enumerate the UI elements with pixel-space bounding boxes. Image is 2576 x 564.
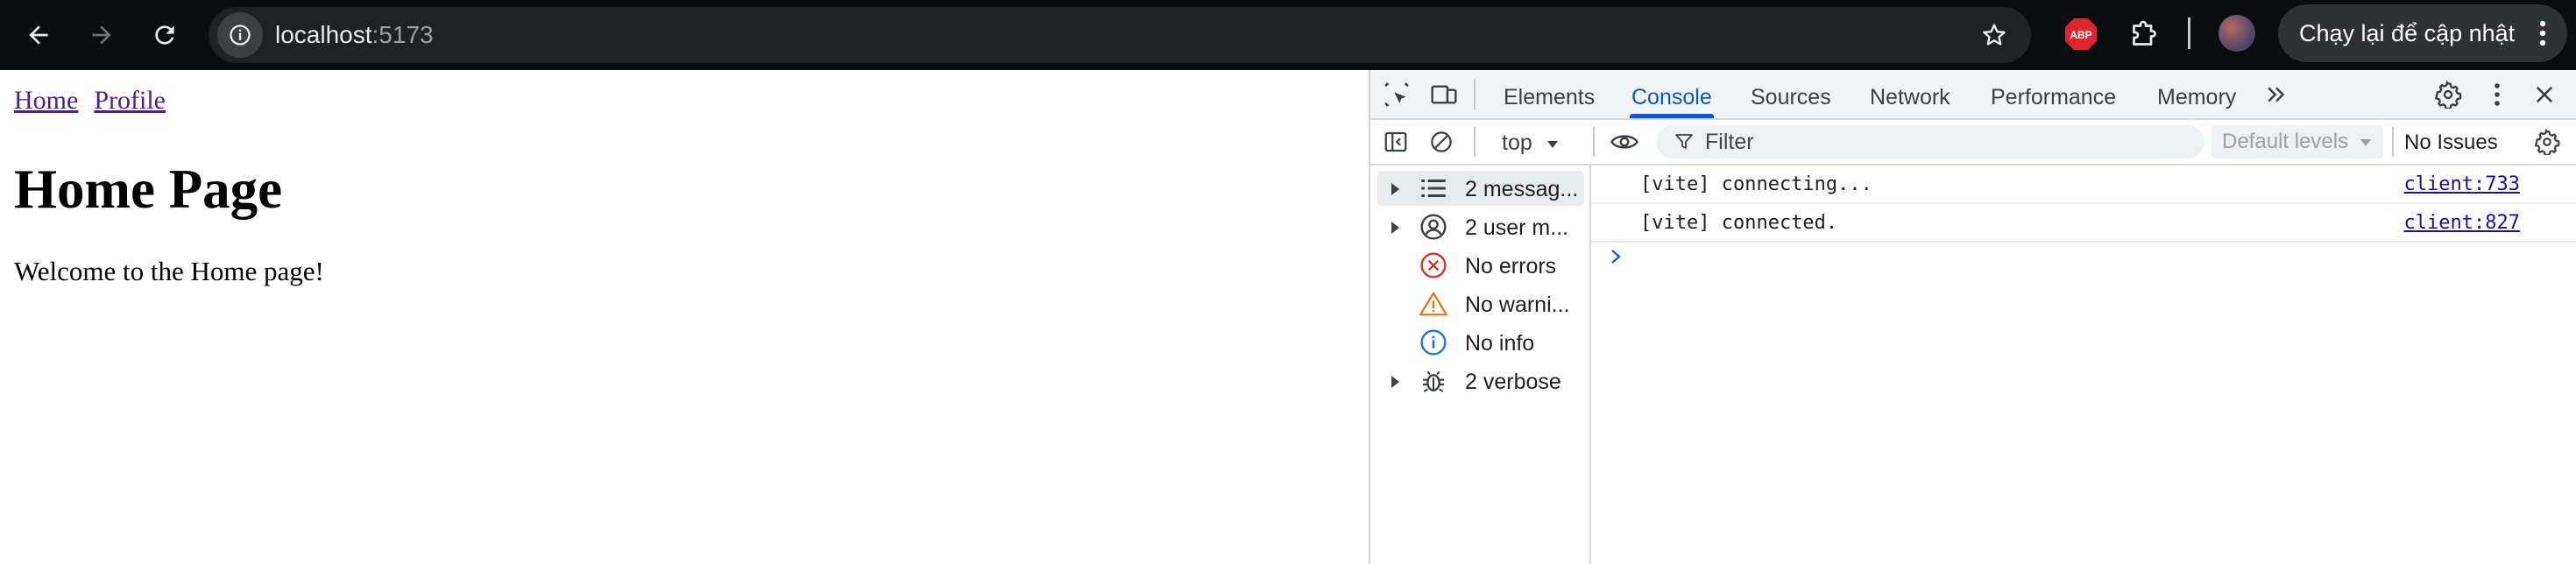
expand-arrow-icon[interactable]: [1391, 222, 1399, 234]
info-circle-icon: [230, 25, 251, 46]
log-levels-dropdown[interactable]: Default levels: [2212, 125, 2383, 159]
console-toolbar: top Filter Default levels No Issues: [1370, 120, 2576, 166]
url-host: localhost: [275, 21, 372, 48]
console-divider-2: [1593, 127, 1595, 157]
more-tabs-icon[interactable]: [2262, 81, 2290, 109]
tab-memory[interactable]: Memory: [2157, 70, 2236, 118]
back-button[interactable]: [16, 12, 61, 58]
bug-icon: [1419, 367, 1447, 395]
clear-console-icon[interactable]: [1426, 127, 1456, 157]
error-icon: [1419, 251, 1447, 279]
svg-text:ABP: ABP: [2070, 29, 2091, 41]
url-text: localhost:5173: [275, 7, 434, 63]
caret-down-icon: [1546, 141, 1558, 148]
adblock-icon: ABP: [2065, 18, 2097, 50]
issues-counter[interactable]: No Issues: [2404, 120, 2498, 166]
toolbar-separator: [2188, 18, 2190, 49]
kebab-menu-icon[interactable]: [2532, 16, 2553, 51]
caret-down-icon: [2360, 139, 2371, 146]
log-levels-label: Default levels: [2222, 130, 2349, 153]
sidebar-item-label: 2 messag...: [1465, 177, 1579, 201]
sidebar-item-messages[interactable]: 2 messag...: [1377, 171, 1584, 206]
list-icon: [1419, 174, 1447, 202]
tab-network[interactable]: Network: [1870, 70, 1950, 118]
filter-placeholder: Filter: [1705, 130, 1754, 154]
console-divider-3: [2392, 127, 2394, 157]
console-sidebar: 2 messag... 2 user m... No errors No war…: [1370, 166, 1591, 564]
context-selector[interactable]: top: [1502, 120, 1560, 164]
devtools-settings-icon[interactable]: [2432, 79, 2464, 110]
sidebar-item-user-messages[interactable]: 2 user m...: [1377, 209, 1584, 244]
sidebar-item-label: 2 user m...: [1465, 215, 1569, 240]
reload-icon: [155, 25, 174, 45]
context-selector-label: top: [1502, 130, 1532, 155]
console-log-row: [vite] connected. client:827: [1591, 204, 2576, 243]
arrow-left-icon: [29, 25, 48, 45]
sidebar-item-errors[interactable]: No errors: [1377, 248, 1584, 283]
bookmark-button[interactable]: [1977, 18, 2012, 53]
tab-console[interactable]: Console: [1630, 70, 1714, 118]
console-divider: [1474, 127, 1476, 157]
live-expression-icon[interactable]: [1607, 127, 1642, 157]
tab-divider: [1474, 80, 1476, 109]
sidebar-item-label: No warni...: [1465, 293, 1570, 317]
chevron-right-icon: [1611, 250, 1621, 264]
nav-bar: Home Profile: [14, 86, 181, 116]
log-message: [vite] connecting...: [1640, 173, 1872, 195]
console-output: [vite] connecting... client:733 [vite] c…: [1591, 166, 2576, 564]
sidebar-item-label: No info: [1465, 331, 1535, 356]
tab-sources[interactable]: Sources: [1751, 70, 1831, 118]
devtools-panel: Elements Console Sources Network Perform…: [1369, 70, 2576, 564]
log-message: [vite] connected.: [1640, 212, 1838, 234]
expand-arrow-icon[interactable]: [1391, 376, 1399, 388]
filter-input[interactable]: Filter: [1656, 125, 2204, 159]
puzzle-icon: [2133, 20, 2156, 46]
welcome-text: Welcome to the Home page!: [14, 256, 324, 286]
site-info-button[interactable]: [217, 12, 263, 58]
sidebar-item-info[interactable]: No info: [1377, 325, 1584, 360]
devtools-menu-icon[interactable]: [2481, 79, 2513, 110]
adblock-extension-button[interactable]: ABP: [2064, 18, 2098, 51]
arrow-right-icon: [92, 25, 111, 45]
filter-icon: [1675, 134, 1693, 149]
sidebar-item-warnings[interactable]: No warni...: [1377, 286, 1584, 321]
sidebar-item-label: No errors: [1465, 254, 1557, 278]
warning-icon: [1419, 290, 1447, 318]
device-toolbar-icon[interactable]: [1428, 79, 1460, 110]
inspect-element-icon[interactable]: [1381, 79, 1412, 110]
nav-link-home[interactable]: Home: [14, 86, 78, 115]
extensions-button[interactable]: [2124, 16, 2162, 54]
nav-link-profile[interactable]: Profile: [94, 86, 166, 115]
sidebar-toggle-icon[interactable]: [1381, 127, 1411, 157]
profile-avatar[interactable]: [2219, 15, 2255, 52]
info-icon: [1419, 328, 1447, 356]
log-source-link[interactable]: client:733: [2404, 166, 2520, 204]
tab-elements[interactable]: Elements: [1504, 70, 1595, 118]
reload-button[interactable]: [142, 12, 188, 58]
devtools-tab-bar: Elements Console Sources Network Perform…: [1370, 70, 2576, 120]
update-button[interactable]: Chạy lại để cập nhật: [2278, 4, 2567, 62]
forward-button[interactable]: [79, 12, 124, 58]
console-settings-icon[interactable]: [2532, 127, 2562, 157]
console-log-row: [vite] connecting... client:733: [1591, 166, 2576, 204]
sidebar-item-verbose[interactable]: 2 verbose: [1377, 363, 1584, 398]
star-icon: [1983, 24, 2006, 46]
url-port: :5173: [372, 21, 434, 48]
tab-performance[interactable]: Performance: [1991, 70, 2116, 118]
browser-toolbar: localhost:5173 ABP Chạy lại để cập nhật: [0, 0, 2576, 70]
update-button-label: Chạy lại để cập nhật: [2299, 20, 2516, 46]
sidebar-item-label: 2 verbose: [1465, 370, 1561, 394]
address-bar[interactable]: localhost:5173: [209, 7, 2031, 63]
console-prompt[interactable]: [1609, 244, 1623, 271]
expand-arrow-icon[interactable]: [1391, 183, 1399, 195]
page-heading: Home Page: [14, 159, 283, 220]
log-source-link[interactable]: client:827: [2404, 204, 2520, 243]
page-viewport: Home Profile Home Page Welcome to the Hom…: [0, 74, 1369, 564]
close-devtools-icon[interactable]: [2529, 79, 2560, 110]
user-circle-icon: [1419, 213, 1447, 241]
